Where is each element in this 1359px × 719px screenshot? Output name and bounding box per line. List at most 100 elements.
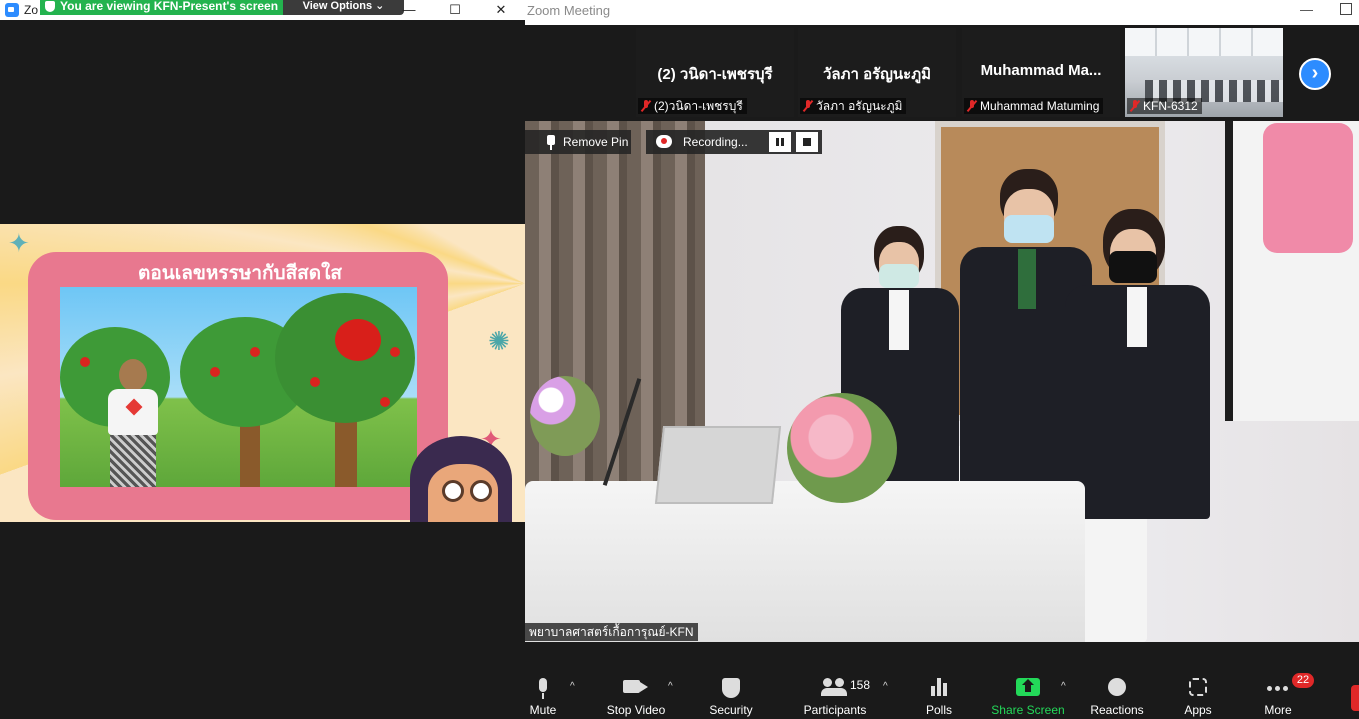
stop-video-label: Stop Video: [606, 703, 666, 717]
shield-icon: [722, 678, 740, 698]
apple: [380, 397, 390, 407]
slide-title: ตอนเลขหรรษากับสีสดใส: [138, 263, 342, 284]
cloud-recording-icon: [656, 135, 672, 148]
video-options-caret[interactable]: ^: [668, 682, 678, 692]
next-page-arrow-button[interactable]: ›: [1299, 58, 1331, 90]
laptop: [654, 426, 782, 504]
participant-name: Muhammad Matuming: [980, 99, 1100, 113]
view-options-button[interactable]: View Options ⌄: [283, 0, 404, 15]
security-label: Security: [709, 703, 753, 717]
mic-muted-icon: [1130, 100, 1140, 112]
apple: [250, 347, 260, 357]
participant-thumbnail[interactable]: Muhammad Ma... Muhammad Matuming: [962, 28, 1120, 117]
poll-bar: [937, 678, 941, 696]
apps-icon: [1189, 678, 1207, 696]
apps-label: Apps: [1184, 703, 1212, 717]
minimize-button[interactable]: —: [398, 1, 420, 18]
poll-bar: [943, 683, 947, 696]
participant-name-tag: KFN-6312: [1127, 98, 1202, 114]
face-mask: [1109, 251, 1157, 283]
viewing-banner-text: You are viewing KFN-Present's screen: [60, 0, 279, 13]
camera-icon: [623, 678, 649, 694]
share-options-caret[interactable]: ^: [1061, 682, 1071, 692]
speaker-name-label: พยาบาลศาสตร์เกื้อการุณย์-KFN: [525, 623, 698, 641]
pause-recording-button[interactable]: [769, 132, 791, 152]
maximize-button[interactable]: ☐: [444, 1, 466, 18]
presenter-figure: [102, 359, 162, 487]
participant-thumbnail[interactable]: (2) วนิดา-เพชรบุรี (2)วนิดา-เพชรบุรี: [636, 28, 794, 117]
participant-video-thumbnail[interactable]: KFN-6312: [1125, 28, 1283, 117]
apple: [210, 367, 220, 377]
zoom-meeting-window: Zoom Meeting — (2) วนิดา-เพชรบุรี (2)วนิ…: [525, 0, 1359, 719]
cartoon-girl-illustration: [410, 436, 512, 522]
participant-name: KFN-6312: [1143, 99, 1198, 113]
person-right: [1065, 209, 1210, 519]
chevron-down-icon: ⌄: [375, 0, 385, 12]
share-screen-icon: [1016, 678, 1040, 696]
polls-button[interactable]: Polls: [919, 642, 959, 719]
more-notification-badge: 22: [1292, 673, 1314, 688]
maximize-button[interactable]: [1340, 3, 1352, 15]
view-options-label: View Options: [302, 0, 373, 12]
polls-icon: [930, 678, 948, 696]
participant-thumbnail[interactable]: วัลภา อรัญนะภูมิ วัลภา อรัญนะภูมิ: [798, 28, 956, 117]
microphone-icon: [537, 678, 549, 700]
mute-label: Mute: [529, 703, 557, 717]
apple: [390, 347, 400, 357]
share-screen-label: Share Screen: [991, 703, 1065, 717]
audio-options-caret[interactable]: ^: [570, 682, 580, 692]
security-button[interactable]: Security: [703, 642, 759, 719]
mic-muted-icon: [641, 100, 651, 112]
end-meeting-button[interactable]: [1351, 685, 1359, 711]
apple: [80, 357, 90, 367]
pin-icon: [547, 135, 555, 150]
shirt: [1127, 287, 1147, 347]
star-icon: ✦: [8, 228, 30, 258]
participant-name-tag: Muhammad Matuming: [964, 98, 1104, 114]
participants-button[interactable]: 158 Participants: [801, 642, 870, 719]
participant-name-tag: (2)วนิดา-เพชรบุรี: [638, 98, 747, 114]
big-apple: [335, 319, 381, 361]
recording-label: Recording...: [683, 135, 748, 149]
projected-slide: [1263, 123, 1353, 253]
mute-button[interactable]: Mute: [525, 642, 561, 719]
participant-display-name: (2) วนิดา-เพชรบุรี: [657, 66, 773, 83]
white-tablecloth-table: [525, 481, 1085, 642]
remove-pin-button[interactable]: Remove Pin: [525, 130, 631, 154]
participant-display-name: วัลภา อรัญนะภูมิ: [822, 66, 932, 83]
minimize-button[interactable]: —: [1300, 2, 1313, 17]
share-screen-button[interactable]: Share Screen: [991, 642, 1065, 719]
participant-name: (2)วนิดา-เพชรบุรี: [654, 99, 743, 113]
meeting-toolbar: Mute ^ Stop Video ^ Security 158 Partici…: [525, 642, 1359, 719]
classroom-ceiling: [1125, 28, 1283, 56]
participant-thumbnail-strip: (2) วนิดา-เพชรบุรี (2)วนิดา-เพชรบุรี วัล…: [525, 25, 1359, 120]
shirt: [889, 290, 909, 350]
shared-screen-content: ✦ ✺ ✦ ตอนเลขหรรษากับสีสดใส: [0, 224, 525, 522]
pinned-speaker-video: [525, 121, 1359, 642]
stop-recording-button[interactable]: [796, 132, 818, 152]
more-label: More: [1264, 703, 1292, 717]
poll-bar: [931, 686, 935, 696]
stop-video-button[interactable]: Stop Video: [603, 642, 669, 719]
participant-display-name: Muhammad Ma...: [980, 62, 1102, 79]
window-title: Zoom Meeting: [527, 3, 611, 18]
participants-options-caret[interactable]: ^: [883, 682, 893, 692]
zoom-logo-icon: [5, 3, 19, 17]
star-icon: ✺: [488, 326, 510, 356]
mic-muted-icon: [967, 100, 977, 112]
participant-name-tag: วัลภา อรัญนะภูมิ: [800, 98, 907, 114]
apps-button[interactable]: Apps: [1175, 642, 1221, 719]
recording-indicator: Recording...: [646, 130, 822, 154]
projector-screen: [1225, 121, 1359, 421]
presenter-head: [119, 359, 147, 391]
reactions-button[interactable]: Reactions: [1089, 642, 1145, 719]
remove-pin-label: Remove Pin: [563, 135, 629, 149]
apple: [310, 377, 320, 387]
close-button[interactable]: ✕: [490, 1, 512, 18]
participants-icon: [821, 678, 847, 696]
desktop: Zo You are viewing KFN-Present's screen …: [0, 0, 1359, 719]
apple-tree: [275, 293, 415, 423]
participant-name: วัลภา อรัญนะภูมิ: [816, 99, 903, 113]
glasses-icon: [442, 480, 464, 502]
viewing-banner: You are viewing KFN-Present's screen: [40, 0, 283, 15]
